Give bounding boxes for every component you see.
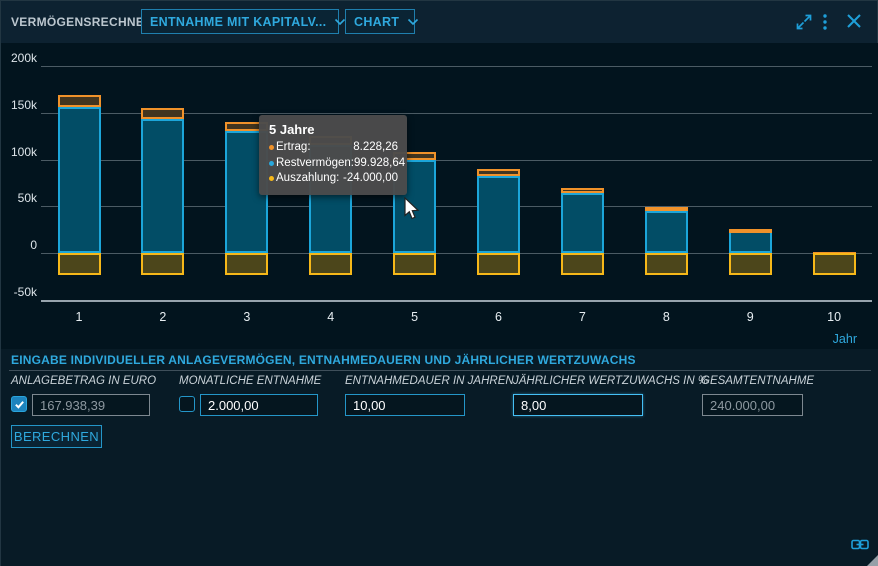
ertrag-bullet-icon [269,145,274,150]
bar-segment-restvermoegen[interactable] [477,176,520,253]
x-axis-tick-label: 3 [227,310,267,324]
x-axis-tick-label: 1 [59,310,99,324]
tooltip-row-auszahlung: Auszahlung: -24.000,00 [269,171,398,187]
tooltip-title: 5 Jahre [269,122,398,137]
wertzuwachs-label: JÄHRLICHER WERTZUWACHS IN % [513,375,708,387]
y-axis-tick-label: 100k [1,145,37,159]
chart-area: 200k 150k 100k 50k 0 -50k 1 2 3 4 5 6 7 8 9 10 Jahr 5 J… [1,43,878,349]
tooltip-label: Auszahlung: [276,171,339,187]
x-axis-tick-label: 2 [143,310,183,324]
fullscreen-expand-icon[interactable] [795,13,813,31]
entnahmedauer-label: ENTNAHMEDAUER IN JAHREN [345,375,514,387]
gesamtentnahme-input[interactable] [702,394,803,416]
tooltip-value: 8.228,26 [353,140,398,156]
view-type-value: CHART [354,15,399,29]
close-icon[interactable] [846,13,862,29]
mouse-cursor [403,197,422,221]
x-axis-tick-label: 5 [395,310,435,324]
bar-segment-restvermoegen[interactable] [561,193,604,253]
monatliche-entnahme-label: MONATLICHE ENTNAHME [179,375,321,387]
y-axis-tick-label: 150k [1,98,37,112]
tooltip-row-ertrag: Ertrag: 8.228,26 [269,140,398,156]
wertzuwachs-input[interactable] [513,394,643,416]
y-axis-tick-label: 0 [1,238,37,252]
bar-segment-auszahlung[interactable] [225,253,268,275]
monatliche-entnahme-checkbox[interactable] [179,396,195,412]
input-section: EINGABE INDIVIDUELLER ANLAGEVERMÖGEN, EN… [1,349,878,566]
chart-tooltip: 5 Jahre Ertrag: 8.228,26 Restvermögen: 9… [259,115,407,195]
bar-segment-auszahlung[interactable] [141,253,184,275]
bar-segment-restvermoegen[interactable] [729,231,772,253]
gridline [41,300,872,302]
bar-segment-auszahlung[interactable] [813,253,856,275]
widget-title: VERMÖGENSRECHNER [11,15,153,29]
bar-segment-restvermoegen[interactable] [645,211,688,253]
bar-segment-auszahlung[interactable] [393,253,436,275]
anlagebetrag-input[interactable] [32,394,150,416]
x-axis-tick-label: 4 [311,310,351,324]
tooltip-label: Restvermögen: [276,156,354,172]
view-type-dropdown[interactable]: CHART [345,9,415,34]
check-icon [14,399,25,410]
y-axis-tick-label: 200k [1,51,37,65]
section-title: EINGABE INDIVIDUELLER ANLAGEVERMÖGEN, EN… [11,353,636,367]
kebab-menu-icon[interactable] [821,13,829,31]
x-axis-tick-label: 9 [730,310,770,324]
tooltip-label: Ertrag: [276,140,311,156]
bar-chart-plot: 200k 150k 100k 50k 0 -50k 1 2 3 4 5 6 7 8 9 10 [1,43,878,349]
bar-segment-restvermoegen[interactable] [141,119,184,253]
bar-segment-auszahlung[interactable] [309,253,352,275]
x-axis-tick-label: 8 [646,310,686,324]
bar-segment-ertrag[interactable] [477,169,520,176]
vermoegensrechner-widget: VERMÖGENSRECHNER ENTNAHME MIT KAPITALV..… [0,0,878,566]
section-divider [9,370,871,371]
gridline [41,66,872,67]
entnahmedauer-input[interactable] [345,394,465,416]
berechnen-button[interactable]: BERECHNEN [11,425,102,448]
bar-segment-restvermoegen[interactable] [58,107,101,253]
restvermoegen-bullet-icon [269,161,274,166]
bar-segment-auszahlung[interactable] [58,253,101,275]
resize-grip[interactable] [866,554,878,566]
anlagebetrag-checkbox[interactable] [11,396,27,412]
bar-segment-ertrag[interactable] [645,207,688,211]
x-axis-tick-label: 6 [479,310,519,324]
x-axis-tick-label: 7 [562,310,602,324]
bar-segment-auszahlung[interactable] [729,253,772,275]
anlagebetrag-label: ANLAGEBETRAG IN EURO [11,375,156,387]
bar-segment-ertrag[interactable] [58,95,101,107]
calculation-mode-dropdown[interactable]: ENTNAHME MIT KAPITALV... [141,9,339,34]
bar-segment-auszahlung[interactable] [477,253,520,275]
link-icon[interactable] [851,538,869,551]
bar-segment-auszahlung[interactable] [645,253,688,275]
title-bar: VERMÖGENSRECHNER ENTNAHME MIT KAPITALV..… [1,1,877,43]
bar-segment-ertrag[interactable] [729,229,772,233]
x-axis-title: Jahr [833,332,857,346]
monatliche-entnahme-input[interactable] [200,394,318,416]
tooltip-value: -24.000,00 [343,171,398,187]
gesamtentnahme-label: GESAMTENTNAHME [701,375,814,387]
y-axis-tick-label: 50k [1,191,37,205]
chevron-down-icon [407,18,419,26]
bar-segment-ertrag[interactable] [141,108,184,119]
x-axis-tick-label: 10 [814,310,854,324]
auszahlung-bullet-icon [269,176,274,181]
y-axis-tick-label: -50k [1,285,37,299]
calculation-mode-value: ENTNAHME MIT KAPITALV... [150,15,326,29]
bar-segment-auszahlung[interactable] [561,253,604,275]
bar-segment-ertrag[interactable] [561,188,604,193]
tooltip-value: 99.928,64 [354,156,405,172]
tooltip-row-restvermoegen: Restvermögen: 99.928,64 [269,156,398,172]
